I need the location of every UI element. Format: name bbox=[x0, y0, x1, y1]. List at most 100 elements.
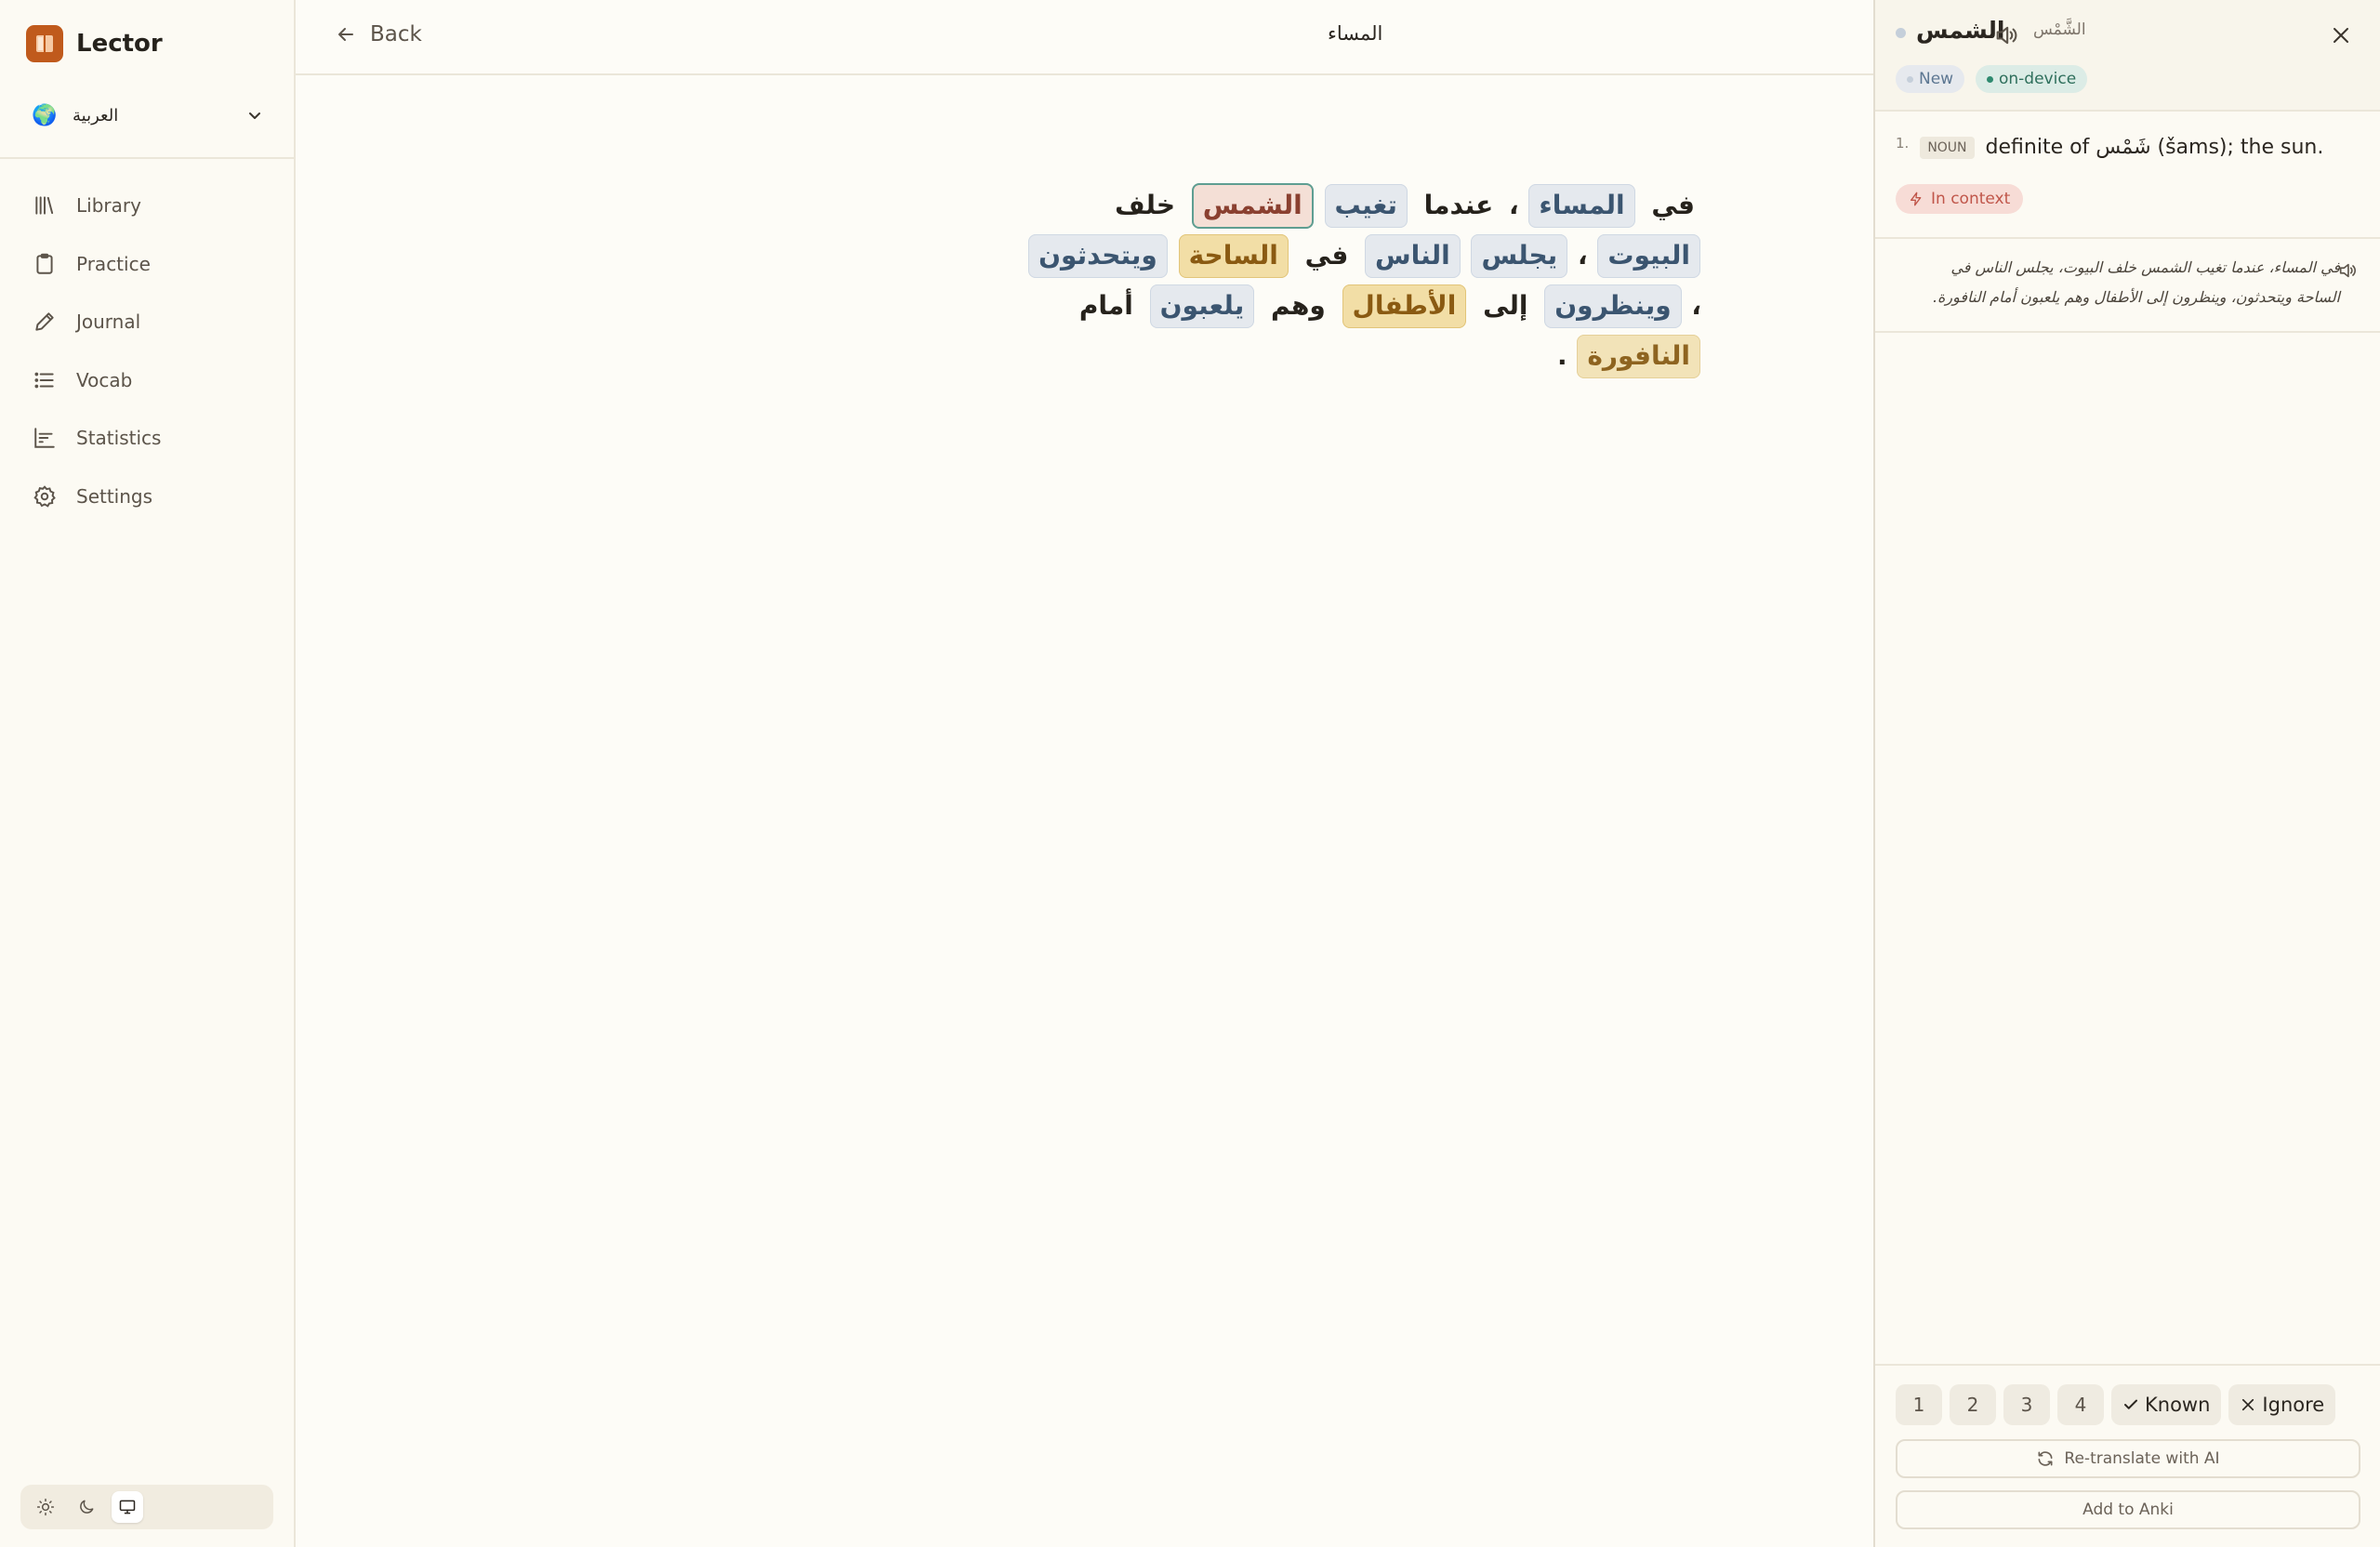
sun-icon bbox=[36, 1498, 55, 1516]
list-icon bbox=[32, 367, 58, 393]
add-to-anki-button[interactable]: Add to Anki bbox=[1896, 1490, 2360, 1529]
globe-icon: 🌍 bbox=[32, 103, 58, 127]
word-token[interactable]: البيوت bbox=[1597, 234, 1700, 278]
source-badge: on-device bbox=[1976, 65, 2088, 93]
rating-3-button[interactable]: 3 bbox=[2003, 1384, 2050, 1425]
word-detail-panel: الشمس الشَّمْس New on-device 1. NOUN def… bbox=[1873, 0, 2380, 1547]
theme-system-button[interactable] bbox=[112, 1491, 143, 1523]
check-icon bbox=[2122, 1396, 2139, 1413]
retranslate-label: Re-translate with AI bbox=[2064, 1449, 2220, 1468]
brand[interactable]: Lector bbox=[26, 25, 163, 62]
word-token[interactable]: يلعبون bbox=[1149, 284, 1255, 328]
main-nav: Library Practice Journal Vocab Statistic… bbox=[32, 177, 273, 525]
theme-light-button[interactable] bbox=[30, 1491, 61, 1523]
context-sentence: في المساء، عندما تغيب الشمس خلف البيوت، … bbox=[1932, 258, 2340, 306]
moon-icon bbox=[80, 1500, 94, 1514]
known-label: Known bbox=[2145, 1394, 2211, 1416]
theme-dark-button[interactable] bbox=[71, 1491, 102, 1523]
arrow-left-icon bbox=[335, 23, 357, 46]
nav-label-journal: Journal bbox=[76, 311, 141, 334]
word-token[interactable]: ويتحدثون bbox=[1028, 234, 1168, 278]
lemma: الشَّمْس bbox=[2033, 20, 2086, 39]
word-token[interactable]: الناس bbox=[1365, 234, 1461, 278]
theme-switcher bbox=[20, 1485, 273, 1529]
rating-2-button[interactable]: 2 bbox=[1950, 1384, 1996, 1425]
back-button[interactable]: Back bbox=[335, 22, 422, 46]
monitor-icon bbox=[119, 1500, 136, 1514]
rating-row: 1 2 3 4 Known Ignore bbox=[1896, 1384, 2336, 1425]
sidebar-divider bbox=[0, 157, 294, 159]
in-context-label: In context bbox=[1931, 190, 2011, 208]
nav-label-settings: Settings bbox=[76, 484, 153, 508]
nav-item-practice[interactable]: Practice bbox=[32, 235, 273, 294]
nav-item-library[interactable]: Library bbox=[32, 177, 273, 235]
word-token[interactable]: خلف bbox=[1109, 190, 1181, 220]
x-icon bbox=[2240, 1396, 2256, 1413]
word-token[interactable]: وهم bbox=[1265, 290, 1331, 321]
in-context-button[interactable]: In context bbox=[1896, 184, 2024, 214]
nav-item-vocab[interactable]: Vocab bbox=[32, 351, 273, 410]
chevron-down-icon bbox=[245, 106, 264, 125]
word-token[interactable]: أمام bbox=[1074, 290, 1139, 321]
language-selector[interactable]: 🌍 العربية bbox=[32, 97, 264, 134]
book-logo-icon bbox=[26, 25, 63, 62]
document-title: المساء bbox=[1328, 22, 1383, 45]
source-badge-label: on-device bbox=[1999, 70, 2077, 88]
punctuation: ، bbox=[1691, 290, 1701, 321]
clipboard-icon bbox=[32, 251, 58, 277]
nav-item-journal[interactable]: Journal bbox=[32, 293, 273, 351]
rating-1-button[interactable]: 1 bbox=[1896, 1384, 1942, 1425]
word-token[interactable]: في bbox=[1646, 190, 1700, 220]
definition-item: 1. NOUN definite of شَمْس (šams); the su… bbox=[1896, 134, 2360, 160]
ignore-button[interactable]: Ignore bbox=[2228, 1384, 2336, 1425]
speaker-icon[interactable] bbox=[2337, 260, 2358, 281]
word-token[interactable]: الشمس bbox=[1191, 183, 1314, 229]
bar-chart-icon bbox=[32, 425, 58, 451]
word-token[interactable]: في bbox=[1300, 240, 1355, 271]
word-token[interactable]: إلى bbox=[1477, 290, 1533, 321]
panel-divider bbox=[1875, 331, 2380, 333]
punctuation: ، bbox=[1508, 190, 1519, 220]
selected-word: الشمس bbox=[1916, 17, 2005, 44]
back-label: Back bbox=[370, 22, 422, 46]
definition-number: 1. bbox=[1896, 134, 1910, 152]
language-name: العربية bbox=[73, 105, 119, 126]
sidebar: Lector 🌍 العربية Library Practice Journa… bbox=[0, 0, 296, 1547]
library-icon bbox=[32, 192, 58, 218]
nav-label-statistics: Statistics bbox=[76, 427, 162, 450]
status-dot-icon bbox=[1907, 75, 1913, 83]
status-dot bbox=[1896, 28, 1906, 38]
speaker-icon[interactable] bbox=[1993, 22, 2019, 48]
status-badge: New bbox=[1896, 65, 1965, 93]
word-token[interactable]: المساء bbox=[1528, 184, 1635, 228]
status-badge-label: New bbox=[1919, 70, 1954, 88]
word-token[interactable]: تغيب bbox=[1324, 184, 1408, 228]
word-actions: 1 2 3 4 Known Ignore Re-translate with A… bbox=[1875, 1364, 2380, 1547]
lightning-icon bbox=[1909, 192, 1924, 206]
word-header: الشمس الشَّمْس New on-device bbox=[1875, 0, 2380, 112]
nav-label-practice: Practice bbox=[76, 252, 151, 275]
known-button[interactable]: Known bbox=[2111, 1384, 2222, 1425]
word-token[interactable]: وينظرون bbox=[1544, 284, 1682, 328]
reader-text: في المساء ، عندما تغيب الشمس خلف البيوت … bbox=[1013, 180, 1701, 381]
nav-item-statistics[interactable]: Statistics bbox=[32, 409, 273, 468]
word-token[interactable]: النافورة bbox=[1577, 335, 1700, 378]
punctuation: ، bbox=[1577, 240, 1588, 271]
nav-item-settings[interactable]: Settings bbox=[32, 468, 273, 526]
add-to-anki-label: Add to Anki bbox=[2082, 1501, 2174, 1519]
word-token[interactable]: الساحة bbox=[1178, 234, 1289, 278]
rating-4-button[interactable]: 4 bbox=[2057, 1384, 2104, 1425]
close-icon[interactable] bbox=[2330, 24, 2352, 46]
word-token[interactable]: عندما bbox=[1419, 190, 1500, 220]
part-of-speech-tag: NOUN bbox=[1920, 136, 1975, 159]
brand-name: Lector bbox=[76, 30, 163, 58]
gear-icon bbox=[32, 483, 58, 509]
retranslate-button[interactable]: Re-translate with AI bbox=[1896, 1439, 2360, 1478]
panel-divider bbox=[1875, 237, 2380, 239]
nav-label-library: Library bbox=[76, 194, 141, 218]
source-dot-icon bbox=[1987, 75, 1993, 83]
ignore-label: Ignore bbox=[2262, 1394, 2325, 1416]
word-token[interactable]: الأطفال bbox=[1342, 284, 1467, 328]
definition-text: definite of شَمْس (šams); the sun. bbox=[1985, 136, 2324, 159]
word-token[interactable]: يجلس bbox=[1471, 234, 1568, 278]
